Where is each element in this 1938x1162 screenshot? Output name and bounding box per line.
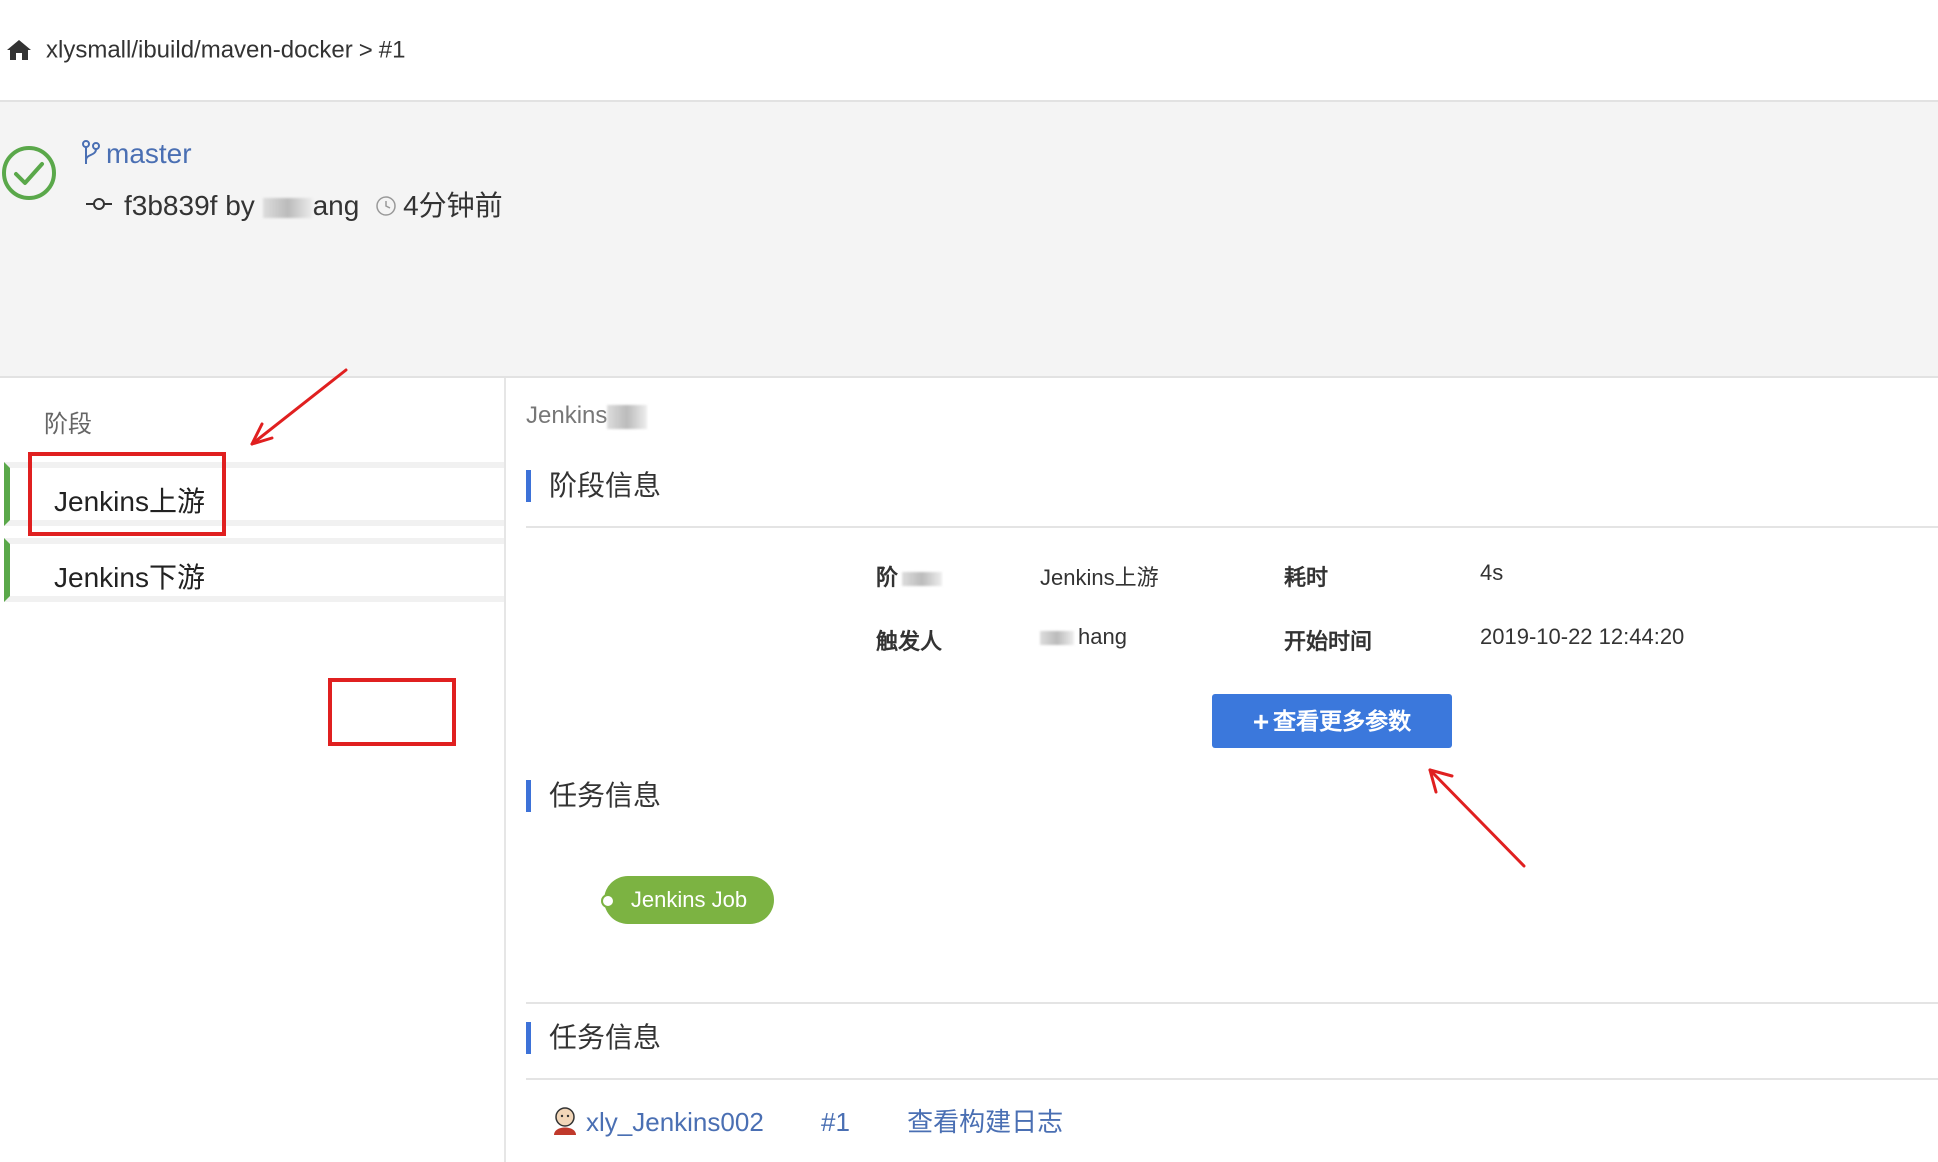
commit-time: 4分钟前 <box>403 190 503 221</box>
duration-key: 耗时 <box>1284 565 1329 590</box>
task-info-title-2: 任务信息 <box>526 1022 661 1054</box>
success-check-icon <box>2 146 56 200</box>
view-more-params-label: 查看更多参数 <box>1273 708 1412 734</box>
breadcrumb-path[interactable]: xlysmall/ibuild/maven-docker <box>46 37 353 64</box>
jenkins-avatar-icon <box>554 1107 576 1135</box>
divider <box>526 1078 1938 1080</box>
stage-crumb-text: Jenkins <box>526 402 608 429</box>
breadcrumb: xlysmall/ibuild/maven-docker > #1 <box>46 36 406 65</box>
sidebar-title: 阶段 <box>44 411 92 438</box>
stage-info-grid: 阶 Jenkins上游 耗时 4s 触发人 hang 开始时间 2019-10-… <box>876 560 1776 680</box>
view-more-params-button[interactable]: + 查看更多参数 <box>1212 694 1452 748</box>
stage-info-title: 阶段信息 <box>526 470 661 502</box>
stage-key-row: 阶 <box>876 560 943 592</box>
stage-value: Jenkins上游 <box>1040 565 1159 590</box>
stage-detail: Jenkins 阶段信息 阶 Jenkins上游 耗时 4s 触发人 hang … <box>506 378 1938 1162</box>
task-info-title: 任务信息 <box>526 780 661 812</box>
start-value: 2019-10-22 12:44:20 <box>1480 624 1685 649</box>
trigger-value-row: hang <box>1040 624 1127 650</box>
clock-icon <box>376 196 396 216</box>
plus-icon: + <box>1252 706 1270 737</box>
breadcrumb-separator: > <box>358 36 373 64</box>
trigger-key: 触发人 <box>876 629 943 654</box>
trigger-value: hang <box>1078 624 1127 649</box>
stage-crumb: Jenkins <box>526 402 648 430</box>
stage-item-downstream[interactable]: Jenkins下游 <box>4 538 504 602</box>
commit-info: f3b839f by ang 4分钟前 <box>86 184 503 224</box>
commit-author: ang <box>312 190 360 221</box>
start-key: 开始时间 <box>1284 629 1373 654</box>
redacted-author <box>262 197 313 218</box>
breadcrumb-build[interactable]: #1 <box>379 37 406 64</box>
divider <box>526 526 1938 528</box>
node-connector-dot <box>601 894 615 908</box>
duration-value: 4s <box>1480 560 1504 585</box>
jenkins-job-node[interactable]: Jenkins Job <box>604 876 774 924</box>
breadcrumb-bar: xlysmall/ibuild/maven-docker > #1 <box>0 0 1938 102</box>
job-link[interactable]: xly_Jenkins002 <box>586 1107 764 1137</box>
view-log-link[interactable]: 查看构建日志 <box>907 1107 1063 1137</box>
redacted-text <box>1040 631 1074 646</box>
build-header: master f3b839f by ang 4分钟前 <box>0 102 1938 378</box>
redacted-text <box>607 404 648 429</box>
job-row: xly_Jenkins002 #1 查看构建日志 <box>550 1102 1063 1139</box>
annotation-box <box>328 678 456 746</box>
branch-icon <box>82 140 100 164</box>
branch-name: master <box>106 138 192 169</box>
home-icon[interactable] <box>6 38 32 62</box>
commit-icon <box>86 198 112 210</box>
stage-label: Jenkins下游 <box>54 562 205 593</box>
annotation-box <box>28 452 226 536</box>
redacted-text <box>902 572 943 587</box>
branch-link[interactable]: master <box>82 138 192 170</box>
commit-by: by <box>225 190 255 221</box>
commit-hash[interactable]: f3b839f <box>124 190 217 221</box>
stage-key: 阶 <box>876 565 899 590</box>
divider <box>526 1002 1938 1004</box>
job-build-link[interactable]: #1 <box>821 1107 850 1137</box>
